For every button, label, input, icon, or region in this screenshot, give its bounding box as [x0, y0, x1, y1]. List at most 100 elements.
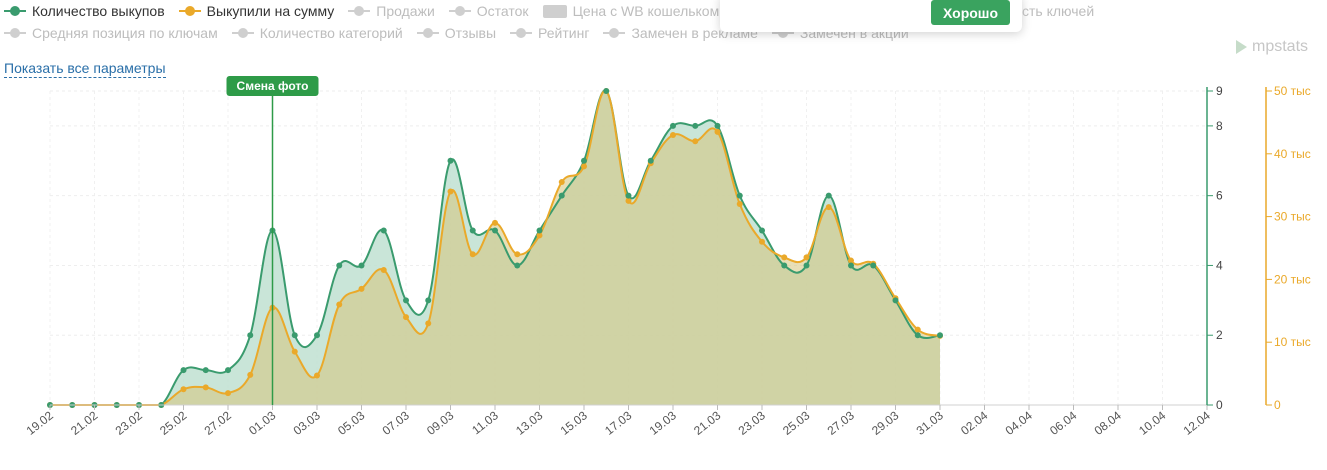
point-summa [781, 254, 788, 261]
x-tick-label: 19.03 [647, 408, 680, 438]
point-summa [425, 320, 432, 327]
point-vykupy [736, 192, 743, 199]
x-tick-label: 12.04 [1181, 408, 1214, 438]
x-tick-label: 13.03 [513, 408, 546, 438]
point-vykupy [581, 157, 587, 164]
point-vykupy [914, 332, 921, 339]
y-left-tick-label: 9 [1216, 84, 1223, 98]
point-summa [447, 188, 454, 195]
point-summa [581, 163, 587, 170]
y-left-tick-label: 2 [1216, 328, 1223, 342]
point-summa [380, 266, 387, 273]
x-tick-label: 19.02 [24, 408, 57, 438]
x-tick-label: 01.03 [246, 408, 279, 438]
x-tick-label: 05.03 [335, 408, 368, 438]
point-summa [803, 254, 810, 261]
point-summa [825, 204, 832, 211]
point-summa [247, 371, 254, 378]
point-vykupy [225, 367, 231, 374]
x-tick-label: 17.03 [602, 408, 635, 438]
point-vykupy [558, 192, 565, 199]
point-summa [202, 384, 209, 391]
point-vykupy [425, 297, 432, 304]
point-vykupy [492, 227, 498, 234]
point-vykupy [647, 157, 654, 164]
y-left-tick-label: 4 [1216, 258, 1223, 272]
point-summa [558, 179, 565, 186]
point-summa [692, 138, 699, 145]
point-vykupy [625, 192, 632, 199]
point-summa [670, 131, 676, 138]
point-vykupy [314, 332, 320, 339]
point-summa [336, 301, 343, 308]
point-summa [291, 348, 298, 355]
x-tick-label: 31.03 [914, 408, 947, 438]
x-tick-label: 02.04 [958, 408, 991, 438]
point-summa [225, 390, 231, 397]
point-summa [492, 219, 498, 226]
y-right-tick-label: 0 [1274, 398, 1281, 412]
point-summa [469, 251, 476, 258]
x-tick-label: 21.02 [68, 408, 101, 438]
y-left-tick-label: 6 [1216, 189, 1223, 203]
point-summa [714, 128, 721, 135]
x-tick-label: 03.03 [291, 408, 324, 438]
point-vykupy [848, 262, 854, 269]
point-vykupy [714, 122, 721, 129]
y-right-tick-label: 50 тыс [1274, 84, 1311, 98]
point-vykupy [336, 262, 343, 269]
point-summa [759, 238, 765, 245]
point-vykupy [803, 262, 810, 269]
point-summa [314, 372, 320, 379]
area-chart: 19.02 21.02 23.02 25.02 27.02 01.03 03.03 05.03… [24, 76, 1311, 438]
x-tick-label: 10.04 [1136, 408, 1169, 438]
point-vykupy [603, 88, 610, 94]
point-vykupy [247, 332, 254, 339]
point-summa [403, 314, 409, 321]
x-tick-label: 29.03 [869, 408, 902, 438]
x-tick-label: 04.04 [1003, 408, 1036, 438]
y-right-tick-label: 30 тыс [1274, 210, 1311, 224]
point-vykupy [670, 122, 676, 129]
x-tick-label: 15.03 [558, 408, 591, 438]
point-summa [180, 386, 187, 393]
point-vykupy [514, 262, 521, 269]
point-vykupy [469, 227, 476, 234]
x-tick-label: 23.03 [736, 408, 769, 438]
point-vykupy [380, 227, 387, 234]
point-vykupy [692, 122, 699, 129]
point-vykupy [358, 262, 365, 269]
point-summa [514, 251, 521, 258]
point-vykupy [202, 367, 209, 374]
point-vykupy [291, 332, 298, 339]
y-right-tick-label: 40 тыс [1274, 147, 1311, 161]
point-summa [736, 201, 743, 208]
point-vykupy [892, 297, 899, 304]
point-summa [914, 326, 921, 333]
x-tick-label: 07.03 [380, 408, 413, 438]
point-vykupy [759, 227, 765, 234]
x-tick-label: 08.04 [1092, 408, 1125, 438]
y-right-tick-label: 20 тыс [1274, 272, 1311, 286]
point-vykupy [870, 262, 877, 269]
y-left-tick-label: 8 [1216, 119, 1223, 133]
x-tick-label: 23.02 [113, 408, 146, 438]
point-summa [625, 197, 632, 204]
point-vykupy [781, 262, 788, 269]
x-tick-label: 09.03 [424, 408, 457, 438]
point-vykupy [825, 192, 832, 199]
point-vykupy [403, 297, 409, 304]
point-vykupy [447, 157, 454, 164]
point-summa [358, 285, 365, 292]
x-tick-label: 27.03 [825, 408, 858, 438]
x-tick-label: 25.02 [157, 408, 190, 438]
y-right-tick-label: 10 тыс [1274, 335, 1311, 349]
x-tick-label: 11.03 [469, 408, 501, 437]
x-tick-label: 21.03 [691, 408, 724, 438]
point-vykupy [937, 332, 943, 339]
y-left-tick-label: 0 [1216, 398, 1223, 412]
annotation-label: Смена фото [237, 79, 309, 93]
x-tick-label: 25.03 [780, 408, 813, 438]
point-vykupy [180, 367, 187, 374]
x-tick-label: 27.02 [202, 408, 235, 438]
